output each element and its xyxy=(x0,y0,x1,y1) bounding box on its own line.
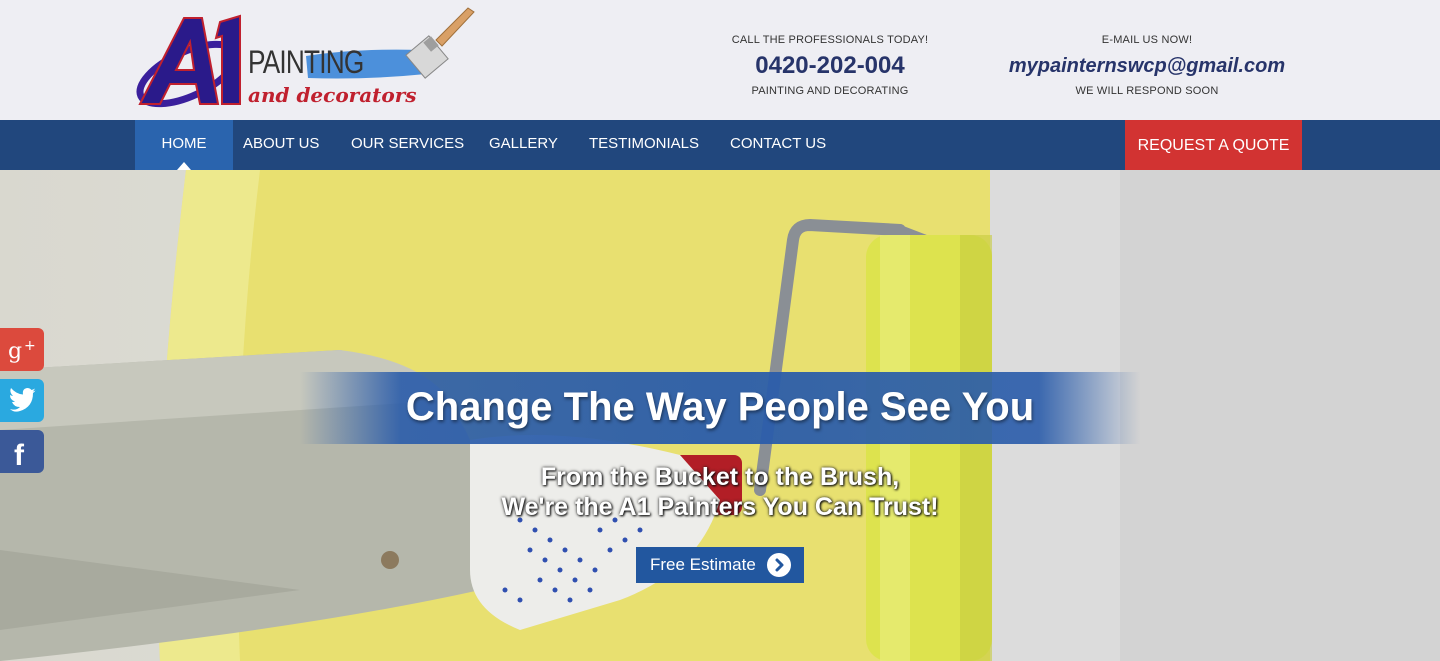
request-quote-button[interactable]: REQUEST A QUOTE xyxy=(1125,120,1302,171)
nav-item-gallery[interactable]: GALLERY xyxy=(489,120,558,170)
phone-sub: PAINTING AND DECORATING xyxy=(751,85,909,97)
phone-label: CALL THE PROFESSIONALS TODAY! xyxy=(731,34,929,46)
hero-subline: From the Bucket to the Brush, We're the … xyxy=(380,462,1060,522)
svg-text:g: g xyxy=(8,339,22,364)
logo-painting-text: PAINTING xyxy=(248,44,364,80)
free-estimate-label: Free Estimate xyxy=(650,555,756,574)
email-contact-block: E-MAIL US NOW! mypainternswcp@gmail.com … xyxy=(1000,33,1294,99)
email-address[interactable]: mypainternswcp@gmail.com xyxy=(1000,48,1294,84)
nav-item-contact[interactable]: CONTACT US xyxy=(730,120,826,170)
phone-number[interactable]: 0420-202-004 xyxy=(718,48,942,84)
site-header: PAINTING and decorators CALL THE PROFESS… xyxy=(0,0,1440,120)
nav-item-about[interactable]: ABOUT US xyxy=(243,120,319,170)
facebook-icon[interactable]: f xyxy=(0,430,44,473)
hero-subline-1: From the Bucket to the Brush, xyxy=(540,463,900,491)
svg-text:f: f xyxy=(14,439,25,472)
hero-subline-2: We're the A1 Painters You Can Trust! xyxy=(501,493,939,521)
svg-text:+: + xyxy=(24,338,36,354)
chevron-right-circle-icon xyxy=(767,553,791,577)
hero-headline: Change The Way People See You xyxy=(405,385,1035,429)
nav-item-testimonials[interactable]: TESTIMONIALS xyxy=(589,120,699,170)
email-sub: WE WILL RESPOND SOON xyxy=(1075,85,1219,97)
google-plus-icon[interactable]: g + xyxy=(0,328,44,371)
nav-item-label: HOME xyxy=(161,135,207,152)
twitter-icon[interactable] xyxy=(0,379,44,422)
free-estimate-button[interactable]: Free Estimate xyxy=(636,547,804,583)
logo-decorators-text: and decorators xyxy=(248,83,417,107)
phone-contact-block: CALL THE PROFESSIONALS TODAY! 0420-202-0… xyxy=(718,33,942,99)
site-logo[interactable]: PAINTING and decorators xyxy=(136,4,481,112)
nav-item-home[interactable]: HOME xyxy=(135,120,233,170)
hero-slider: Change The Way People See You From the B… xyxy=(0,170,1440,661)
active-caret-icon xyxy=(177,162,191,170)
email-label: E-MAIL US NOW! xyxy=(1101,34,1193,46)
nav-item-services[interactable]: OUR SERVICES xyxy=(351,120,464,170)
